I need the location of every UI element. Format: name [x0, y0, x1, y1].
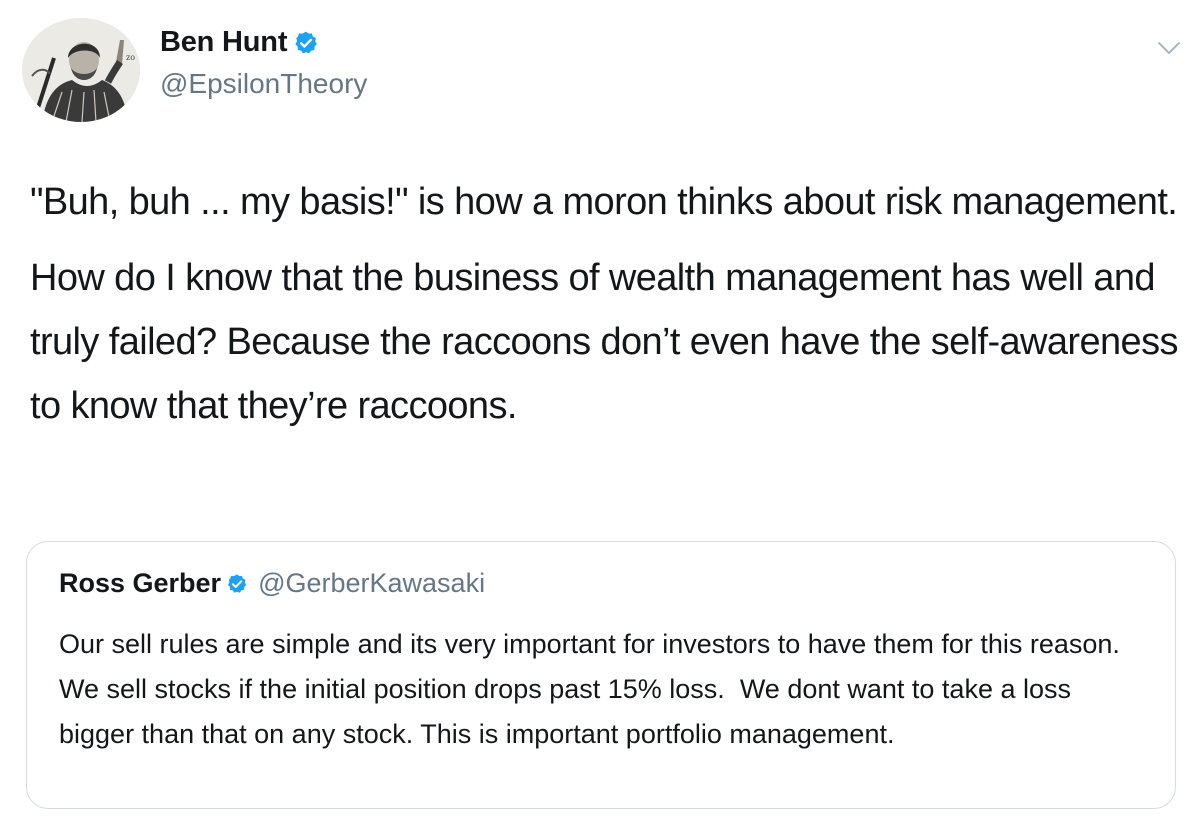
author-display-name[interactable]: Ben Hunt [160, 26, 287, 59]
verified-badge-icon [228, 573, 247, 593]
quoted-tweet-text: Our sell rules are simple and its very i… [59, 629, 1128, 749]
quoted-tweet-header: Ross Gerber @GerberKawasaki [59, 568, 485, 599]
author-name-row: Ben Hunt [160, 26, 319, 59]
engraved-portrait-avatar-icon: zo [22, 18, 140, 122]
author-handle[interactable]: @EpsilonTheory [160, 68, 367, 100]
verified-badge-icon [295, 31, 318, 53]
chevron-down-icon[interactable] [1156, 38, 1182, 58]
author-avatar[interactable]: zo [22, 18, 140, 122]
tweet-text: "Buh, buh ... my basis!" is how a moron … [30, 170, 1180, 438]
quoted-author-name: Ross Gerber [59, 568, 222, 598]
tweet-paragraph: How do I know that the business of wealt… [30, 257, 1178, 427]
svg-text:zo: zo [126, 53, 135, 62]
quoted-tweet-card[interactable]: Ross Gerber @GerberKawasaki Our sell rul… [26, 541, 1176, 809]
tweet-paragraph: "Buh, buh ... my basis!" is how a moron … [30, 181, 1178, 223]
quoted-author-handle: @GerberKawasaki [258, 568, 486, 598]
